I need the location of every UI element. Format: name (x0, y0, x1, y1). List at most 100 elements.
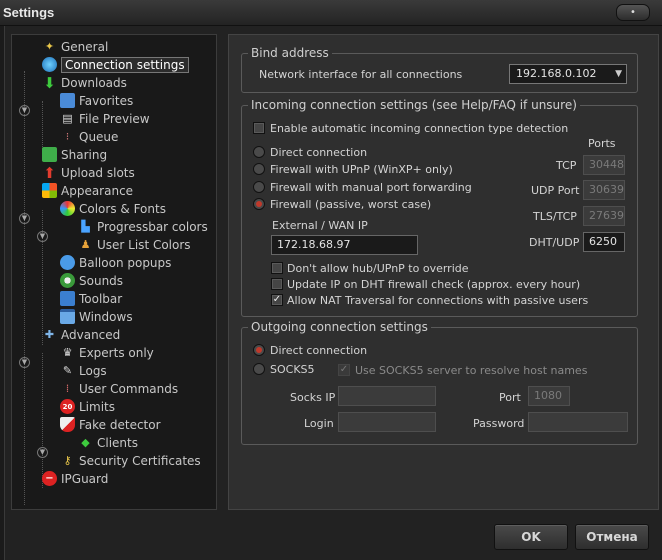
tree-item-general[interactable]: ✦ General (42, 38, 108, 55)
tree-item-experts-only[interactable]: ♛ Experts only (60, 344, 154, 361)
radio-label: Direct connection (270, 146, 368, 159)
tree-item-user-commands[interactable]: ⁞ User Commands (60, 380, 178, 397)
tree-item-ipguard[interactable]: − IPGuard (42, 470, 108, 487)
tree-item-limits[interactable]: 20 Limits (60, 398, 115, 415)
tree-item-label: Progressbar colors (97, 219, 208, 234)
tree-item-label: Fake detector (79, 417, 161, 432)
download-arrow-icon: ⬇ (43, 73, 56, 92)
tree-item-progressbar-colors[interactable]: ▙ Progressbar colors (78, 218, 208, 235)
tree-item-toolbar[interactable]: Toolbar (60, 290, 122, 307)
radio-label: SOCKS5 (270, 363, 315, 376)
expander-advanced[interactable]: ▼ (19, 357, 30, 368)
tree-item-label: Limits (79, 399, 115, 414)
tree-item-clients[interactable]: ◆ Clients (78, 434, 138, 451)
tree-item-label: User Commands (79, 381, 179, 396)
tree-item-file-preview[interactable]: ▤ File Preview (60, 110, 150, 127)
radio-outgoing-direct[interactable] (253, 344, 265, 356)
tree-item-sharing[interactable]: Sharing (42, 146, 107, 163)
radio-direct-connection[interactable] (253, 146, 265, 158)
radio-firewall-manual[interactable] (253, 181, 265, 193)
password-input[interactable] (528, 412, 628, 432)
tree-item-label: Advanced (61, 327, 121, 342)
tree-item-queue[interactable]: ⁝ Queue (60, 128, 119, 145)
tree-item-label: File Preview (79, 111, 150, 126)
speed-limit-icon: 20 (60, 399, 75, 414)
radio-firewall-upnp[interactable] (253, 163, 265, 175)
socks-resolve-checkbox[interactable]: ✓ (338, 364, 350, 376)
group-title: Incoming connection settings (see Help/F… (248, 98, 580, 112)
upload-arrow-icon: ⬆ (43, 163, 56, 182)
auto-detect-checkbox[interactable] (253, 122, 265, 134)
windows-logo-icon (42, 183, 57, 198)
tree-item-connection-settings[interactable]: Connection settings (42, 56, 189, 73)
expander-downloads[interactable]: ▼ (19, 105, 30, 116)
tree-item-appearance[interactable]: Appearance (42, 182, 133, 199)
ok-button[interactable]: OK (494, 524, 568, 550)
settings-tree: ▼ ▼ ▼ ▼ ▼ ✦ General Connection settings … (11, 34, 217, 510)
tls-port-input[interactable]: 27639 (583, 206, 625, 226)
tcp-port-input[interactable]: 30448 (583, 155, 625, 175)
bars-icon: ▙ (81, 220, 90, 233)
radio-socks5[interactable] (253, 363, 265, 375)
radio-firewall-passive[interactable] (253, 198, 265, 210)
tree-item-balloon-popups[interactable]: Balloon popups (60, 254, 171, 271)
dht-update-checkbox[interactable] (271, 278, 283, 290)
nat-traversal-checkbox[interactable]: ✓ (271, 294, 283, 306)
tree-item-upload-slots[interactable]: ⬆ Upload slots (42, 163, 135, 182)
tree-item-sounds[interactable]: Sounds (60, 272, 123, 289)
tree-item-label: Clients (97, 435, 138, 450)
globe-icon (42, 57, 57, 72)
tree-item-downloads[interactable]: ⬇ Downloads (42, 73, 127, 92)
tree-item-favorites[interactable]: Favorites (60, 92, 133, 109)
dht-port-input[interactable]: 6250 (583, 232, 625, 252)
queue-icon: ⁝ (65, 130, 70, 143)
socks-port-input[interactable]: 1080 (528, 386, 570, 406)
checkbox-label: Allow NAT Traversal for connections with… (287, 294, 589, 307)
tree-item-advanced[interactable]: ✚ Advanced (42, 326, 120, 343)
tree-item-user-list-colors[interactable]: ♟ User List Colors (78, 236, 191, 253)
dht-port-label: DHT/UDP (529, 236, 580, 249)
expander-fake-detector[interactable]: ▼ (37, 447, 48, 458)
socks-ip-label: Socks IP (290, 391, 336, 404)
expander-appearance[interactable]: ▼ (19, 213, 30, 224)
tree-item-fake-detector[interactable]: Fake detector (60, 416, 161, 433)
window-title: Settings (3, 5, 55, 20)
login-label: Login (304, 417, 334, 430)
tree-item-label: IPGuard (61, 471, 109, 486)
close-button[interactable]: • (616, 4, 650, 21)
incoming-group: Incoming connection settings (see Help/F… (241, 98, 638, 317)
sharing-icon (42, 147, 57, 162)
wan-ip-input[interactable]: 172.18.68.97 (271, 235, 418, 255)
tree-item-security-certificates[interactable]: ⚷ Security Certificates (60, 452, 200, 469)
speaker-icon (60, 273, 75, 288)
chevron-down-icon: ▼ (615, 69, 622, 79)
tree-item-label: General (61, 39, 109, 54)
tree-item-label: Appearance (61, 183, 134, 198)
no-override-checkbox[interactable] (271, 262, 283, 274)
tree-item-label: Connection settings (61, 56, 189, 73)
favorites-icon (60, 93, 75, 108)
tree-item-logs[interactable]: ✎ Logs (60, 362, 107, 379)
tree-item-windows[interactable]: Windows (60, 308, 133, 325)
bind-interface-select[interactable]: 192.168.0.102 ▼ (509, 64, 627, 84)
expander-colors[interactable]: ▼ (37, 231, 48, 242)
outgoing-group: Outgoing connection settings Direct conn… (241, 320, 638, 445)
tree-line (24, 71, 25, 505)
udp-port-input[interactable]: 30639 (583, 180, 625, 200)
tcp-port-label: TCP (556, 159, 577, 172)
tools-icon: ✚ (44, 328, 55, 341)
shield-icon (60, 417, 75, 432)
bind-interface-label: Network interface for all connections (259, 68, 463, 81)
auto-detect-label: Enable automatic incoming connection typ… (270, 122, 569, 135)
tree-line (42, 353, 43, 488)
cancel-button[interactable]: Отмена (575, 524, 649, 550)
radio-label: Firewall with UPnP (WinXP+ only) (270, 163, 453, 176)
color-wheel-icon (60, 201, 75, 216)
socks-ip-input[interactable] (338, 386, 436, 406)
socks-port-label: Port (499, 391, 521, 404)
tree-item-label: Colors & Fonts (79, 201, 166, 216)
settings-window: ▼ ▼ ▼ ▼ ▼ ✦ General Connection settings … (4, 26, 662, 560)
password-label: Password (473, 417, 525, 430)
tree-item-colors-fonts[interactable]: Colors & Fonts (60, 200, 166, 217)
login-input[interactable] (338, 412, 436, 432)
